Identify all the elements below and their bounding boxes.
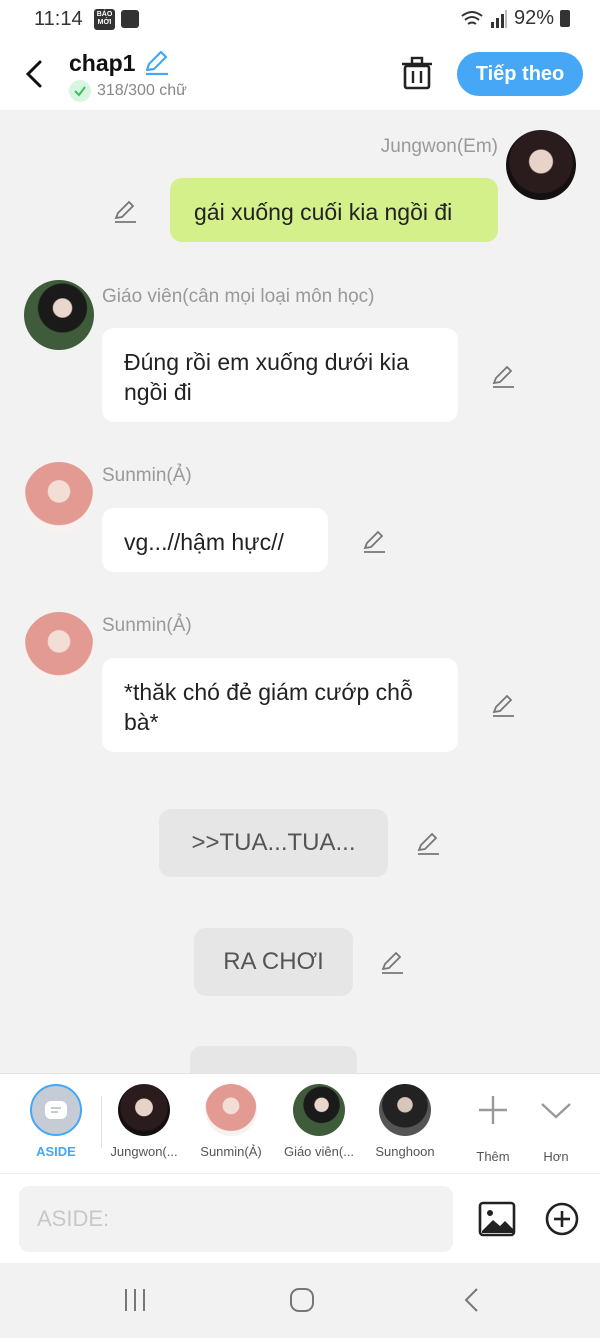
speaker-name: Giáo viên(cân mọi loại môn học) xyxy=(102,286,375,307)
status-bar: 11:14 BÁO MỚI 92% xyxy=(0,0,600,38)
avatar xyxy=(293,1084,345,1136)
avatar[interactable] xyxy=(506,130,576,200)
more-characters-button[interactable]: Hơn xyxy=(516,1084,596,1164)
speaker-name: Sunmin(Ả) xyxy=(102,465,192,486)
recent-apps-icon[interactable] xyxy=(120,1285,150,1315)
edit-pencil-icon[interactable] xyxy=(379,949,405,975)
back-arrow-icon[interactable] xyxy=(18,54,54,94)
back-nav-icon[interactable] xyxy=(457,1285,487,1315)
avatar[interactable] xyxy=(24,462,94,532)
checkbox-notification-icon xyxy=(121,10,139,28)
signal-icon xyxy=(490,9,507,28)
status-time: 11:14 xyxy=(34,8,83,30)
character-sunghoon[interactable]: Sunghoon xyxy=(365,1084,445,1159)
message-bubble[interactable]: vg...//hậm hực// xyxy=(102,508,328,572)
avatar[interactable] xyxy=(24,280,94,350)
next-button[interactable]: Tiếp theo xyxy=(457,52,583,96)
avatar xyxy=(118,1084,170,1136)
character-label: ASIDE xyxy=(36,1144,76,1159)
system-nav-bar xyxy=(0,1263,600,1338)
character-jungwon[interactable]: Jungwon(... xyxy=(104,1084,184,1159)
word-count: 318/300 chữ xyxy=(69,80,187,102)
chat-area[interactable]: Jungwon(Em) gái xuống cuối kia ngồi đi G… xyxy=(0,110,600,1073)
character-label: Sunghoon xyxy=(375,1144,435,1159)
character-label: Hơn xyxy=(543,1149,569,1164)
aside-icon xyxy=(30,1084,82,1136)
edit-pencil-icon[interactable] xyxy=(490,363,516,389)
message-bubble[interactable]: *thăk chó đẻ giám cướp chỗ bà* xyxy=(102,658,458,752)
divider xyxy=(101,1096,102,1148)
battery-icon xyxy=(560,10,570,27)
add-circle-icon[interactable] xyxy=(544,1201,580,1237)
character-teacher[interactable]: Giáo viên(... xyxy=(279,1084,359,1159)
speaker-name: Jungwon(Em) xyxy=(380,136,498,157)
news-app-icon: BÁO MỚI xyxy=(94,9,115,30)
edit-pencil-icon[interactable] xyxy=(415,830,441,856)
character-label: Giáo viên(... xyxy=(283,1144,355,1159)
status-right: 92% xyxy=(460,7,570,30)
character-aside[interactable]: ASIDE xyxy=(16,1084,96,1159)
edit-title-pencil-icon[interactable] xyxy=(142,48,170,76)
chevron-down-icon xyxy=(541,1103,571,1119)
trash-icon[interactable] xyxy=(400,54,434,92)
character-label: Sunmin(Ả) xyxy=(200,1144,262,1159)
edit-pencil-icon[interactable] xyxy=(112,198,138,224)
battery-percent: 92% xyxy=(513,7,554,29)
aside-bubble[interactable]: >>TUA...TUA... xyxy=(159,809,388,877)
avatar[interactable] xyxy=(24,612,94,682)
word-count-text: 318/300 chữ xyxy=(97,82,187,99)
character-bar: ASIDE Jungwon(... Sunmin(Ả) Giáo viên(..… xyxy=(0,1073,600,1174)
character-label: Jungwon(... xyxy=(110,1144,178,1159)
chapter-title[interactable]: chap1 xyxy=(69,50,135,77)
character-sunmin[interactable]: Sunmin(Ả) xyxy=(191,1084,271,1159)
avatar xyxy=(205,1084,257,1136)
speaker-name: Sunmin(Ả) xyxy=(102,615,192,636)
avatar xyxy=(379,1084,431,1136)
check-icon xyxy=(69,80,91,102)
message-bubble[interactable]: gái xuống cuối kia ngồi đi xyxy=(170,178,498,242)
home-icon[interactable] xyxy=(287,1285,317,1315)
image-icon[interactable] xyxy=(478,1200,516,1238)
message-bubble[interactable]: Đúng rồi em xuống dưới kia ngồi đi xyxy=(102,328,458,422)
message-input[interactable] xyxy=(19,1186,453,1252)
editor-header: chap1 318/300 chữ Tiếp theo xyxy=(0,38,600,110)
wifi-icon xyxy=(461,10,483,25)
aside-bubble[interactable]: RA CHƠI xyxy=(194,928,353,996)
plus-icon xyxy=(479,1096,507,1124)
aside-bubble-partial[interactable] xyxy=(190,1046,357,1073)
edit-pencil-icon[interactable] xyxy=(361,528,387,554)
edit-pencil-icon[interactable] xyxy=(490,692,516,718)
input-bar xyxy=(0,1173,600,1264)
